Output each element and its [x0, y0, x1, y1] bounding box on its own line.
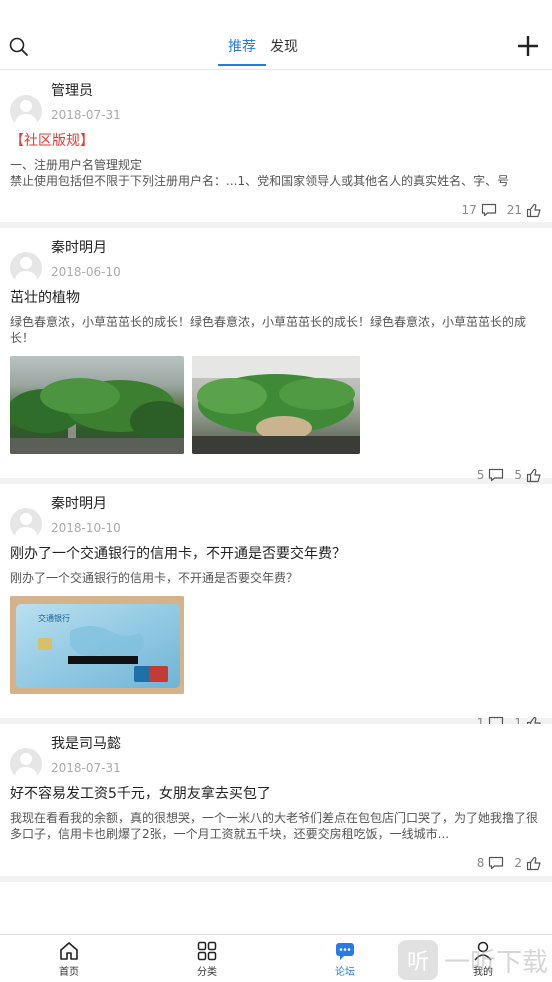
comment-count-value: 5 [476, 468, 485, 482]
author-row: 秦时明月 2018-10-10 [10, 494, 542, 540]
plant-photo[interactable] [10, 356, 184, 454]
post-body: 一、注册用户名管理规定 禁止使用包括但不限于下列注册用户名：...1、党和国家领… [10, 158, 510, 188]
author-meta: 秦时明月 2018-06-10 [51, 238, 121, 279]
plant-illustration [192, 356, 360, 454]
nav-home[interactable]: 首页 [0, 935, 138, 982]
nav-forum[interactable]: 论坛 [276, 935, 414, 982]
post-date: 2018-06-10 [51, 265, 121, 279]
svg-text:交通银行: 交通银行 [38, 613, 70, 623]
credit-card-photo[interactable]: 交通银行 [10, 596, 184, 694]
author-name[interactable]: 秦时明月 [51, 495, 121, 513]
app-root: 推荐 发现 管理员 2018-07-31 【社区版规】 一、注册用户名管理规定 … [0, 0, 552, 982]
forum-icon [336, 943, 354, 960]
post-body: 绿色春意浓，小草茁茁长的成长！绿色春意浓，小草茁茁长的成长！绿色春意浓，小草茁茁… [10, 315, 527, 345]
author-row: 秦时明月 2018-06-10 [10, 238, 542, 284]
post-title[interactable]: 【社区版规】 [10, 131, 542, 151]
author-meta: 我是司马懿 2018-07-31 [51, 734, 121, 775]
post-stats: 5 5 [10, 464, 542, 486]
post-images: 交通银行 [10, 596, 542, 694]
author-name[interactable]: 秦时明月 [51, 239, 121, 257]
thumbs-up-icon [526, 468, 541, 482]
comment-count[interactable]: 17 [461, 203, 496, 217]
thumbs-up-icon [526, 856, 541, 870]
avatar[interactable] [10, 252, 42, 284]
search-icon[interactable] [8, 36, 30, 58]
watermark-text: 一听下载 [443, 947, 548, 978]
tab-recommend[interactable]: 推荐 [218, 36, 266, 66]
nav-forum-label: 论坛 [335, 967, 355, 978]
like-count-value: 5 [514, 468, 522, 482]
post-body: 刚办了一个交通银行的信用卡，不开通是否要交年费？ [10, 571, 299, 585]
plant-illustration [10, 378, 184, 454]
post-stats: 8 2 [10, 852, 542, 874]
author-meta: 秦时明月 2018-10-10 [51, 494, 121, 535]
comment-icon [481, 203, 496, 217]
post-date: 2018-07-31 [51, 108, 121, 122]
post-card[interactable]: 我是司马懿 2018-07-31 好不容易发工资5千元，女朋友拿去买包了 我现在… [0, 724, 552, 882]
author-row: 我是司马懿 2018-07-31 [10, 734, 542, 780]
plant-photo[interactable] [192, 356, 360, 454]
post-card[interactable]: 秦时明月 2018-10-10 刚办了一个交通银行的信用卡，不开通是否要交年费？… [0, 484, 552, 730]
credit-card-illustration: 交通银行 [10, 596, 184, 694]
comment-icon [489, 856, 504, 870]
like-count[interactable]: 21 [507, 203, 542, 218]
author-name[interactable]: 管理员 [51, 82, 121, 100]
feed-tabs: 推荐 发现 [218, 36, 312, 66]
post-date: 2018-07-31 [51, 761, 121, 775]
nav-home-label: 首页 [59, 967, 79, 978]
post-card[interactable]: 秦时明月 2018-06-10 茁壮的植物 绿色春意浓，小草茁茁长的成长！绿色春… [0, 228, 552, 484]
nav-category[interactable]: 分类 [138, 935, 276, 982]
thumbs-up-icon [526, 203, 541, 217]
post-date: 2018-10-10 [51, 521, 121, 535]
watermark: 听 一听下载 [397, 940, 548, 980]
plus-icon[interactable] [516, 34, 540, 58]
post-title[interactable]: 好不容易发工资5千元，女朋友拿去买包了 [10, 784, 542, 804]
grid-icon [197, 941, 217, 961]
comment-icon [489, 468, 504, 482]
post-body: 我现在看看我的余额，真的很想哭，一个一米八的大老爷们差点在包包店门口哭了，为了她… [10, 811, 539, 841]
comment-count[interactable]: 5 [477, 468, 505, 482]
like-count[interactable]: 2 [514, 856, 542, 871]
avatar[interactable] [10, 95, 42, 127]
author-meta: 管理员 2018-07-31 [51, 81, 121, 122]
like-count-value: 2 [514, 856, 522, 870]
post-card[interactable]: 管理员 2018-07-31 【社区版规】 一、注册用户名管理规定 禁止使用包括… [0, 71, 552, 228]
post-title[interactable]: 刚办了一个交通银行的信用卡，不开通是否要交年费？ [10, 544, 542, 564]
post-images [10, 356, 542, 454]
post-feed: 管理员 2018-07-31 【社区版规】 一、注册用户名管理规定 禁止使用包括… [0, 71, 552, 882]
tab-discover[interactable]: 发现 [270, 36, 298, 66]
avatar[interactable] [10, 748, 42, 780]
like-count[interactable]: 5 [514, 468, 542, 483]
like-count-value: 21 [506, 203, 522, 217]
post-title[interactable]: 茁壮的植物 [10, 288, 542, 308]
comment-count-value: 8 [476, 856, 485, 870]
top-bar: 推荐 发现 [0, 0, 552, 70]
comment-count[interactable]: 8 [477, 856, 505, 870]
nav-category-label: 分类 [197, 967, 217, 978]
author-row: 管理员 2018-07-31 [10, 81, 542, 127]
comment-count-value: 17 [461, 203, 477, 217]
author-name[interactable]: 我是司马懿 [51, 735, 121, 753]
home-icon [60, 942, 78, 960]
watermark-badge: 听 [397, 940, 438, 980]
avatar[interactable] [10, 508, 42, 540]
post-stats: 17 21 [10, 199, 542, 221]
